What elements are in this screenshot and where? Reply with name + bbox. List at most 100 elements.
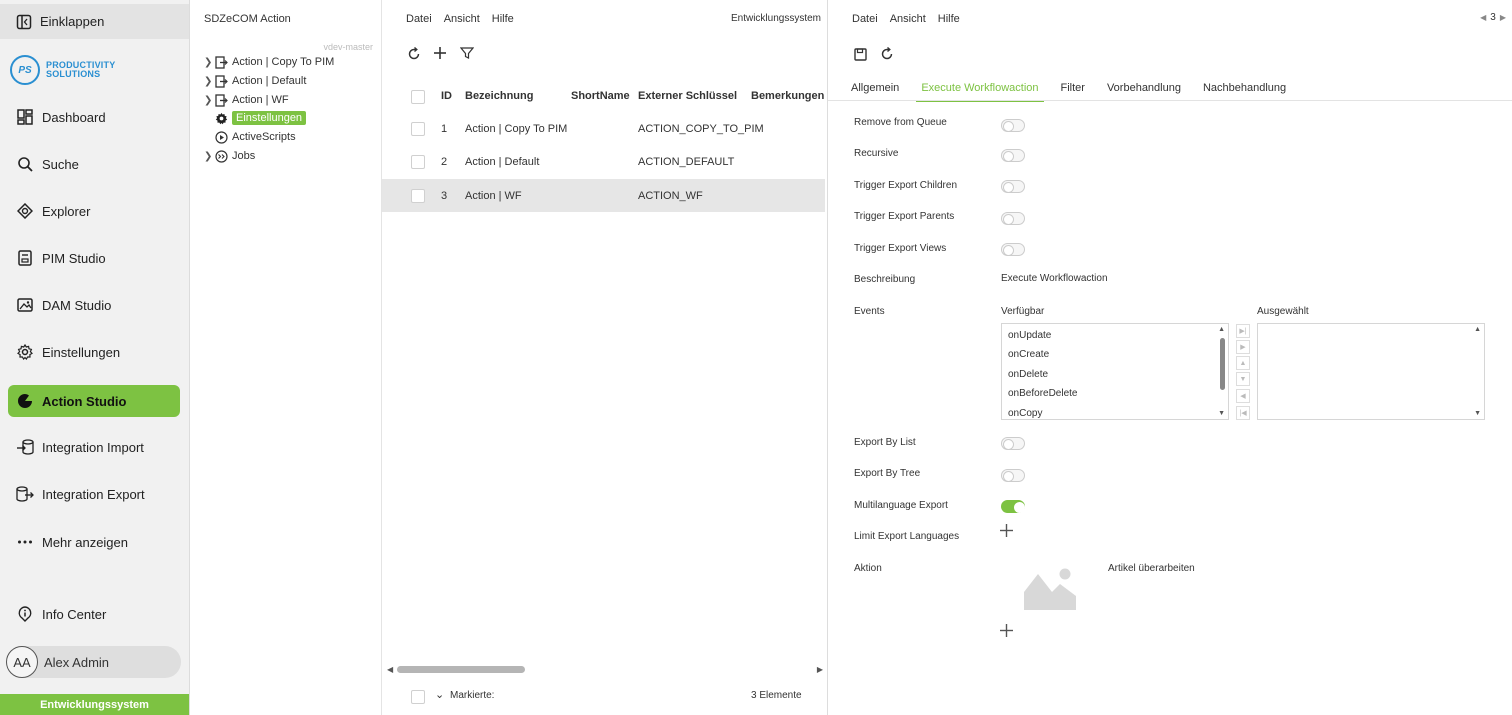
toggle-remove-from-queue[interactable] (1001, 119, 1025, 132)
sidebar-item-dashboard[interactable]: Dashboard (8, 101, 180, 133)
sidebar-item-suche[interactable]: Suche (8, 148, 180, 180)
column-header-shortname[interactable]: ShortName (571, 90, 630, 102)
table-row[interactable]: 1 Action | Copy To PIM ACTION_COPY_TO_PI… (382, 112, 825, 145)
beschreibung-value[interactable]: Execute Workflowaction (1001, 273, 1108, 284)
toggle-export-by-tree[interactable] (1001, 469, 1025, 482)
sidebar-item-explorer[interactable]: Explorer (8, 195, 180, 227)
sidebar-item-action-studio[interactable]: Action Studio (8, 385, 180, 417)
collapse-button[interactable]: Einklappen (0, 4, 189, 39)
menu-ansicht[interactable]: Ansicht (890, 13, 926, 25)
tree-node[interactable]: ❯ Action | Copy To PIM (204, 54, 334, 70)
previous-record-icon[interactable]: ◀ (1480, 13, 1486, 22)
sidebar-item-mehr-anzeigen[interactable]: Mehr anzeigen (8, 526, 180, 558)
refresh-button[interactable] (879, 46, 895, 62)
row-checkbox[interactable] (411, 154, 425, 169)
filter-button[interactable] (459, 45, 475, 61)
toggle-recursive[interactable] (1001, 149, 1025, 162)
move-up-button[interactable]: ▲ (1236, 356, 1250, 370)
toggle-trigger-export-parents[interactable] (1001, 212, 1025, 225)
chevron-down-icon[interactable]: ⌄ (435, 688, 444, 701)
menu-datei[interactable]: Datei (406, 13, 432, 25)
chevron-right-icon[interactable]: ❯ (204, 76, 214, 87)
sidebar-item-integration-import[interactable]: Integration Import (8, 431, 180, 463)
column-header-bezeichnung[interactable]: Bezeichnung (465, 90, 533, 102)
toggle-multilanguage-export[interactable] (1001, 500, 1025, 513)
move-all-right-button[interactable]: ▶| (1236, 324, 1250, 338)
scroll-up-icon[interactable]: ▲ (1218, 326, 1225, 333)
info-center-button[interactable]: Info Center (8, 598, 180, 630)
scrollbar-thumb[interactable] (1220, 338, 1225, 390)
tree-node[interactable]: ❯ Action | WF (204, 92, 289, 108)
list-item[interactable]: onCopy (1008, 408, 1042, 419)
tree-node-selected[interactable]: Einstellungen (214, 110, 307, 126)
list-item[interactable]: onUpdate (1008, 330, 1051, 341)
horizontal-scrollbar[interactable]: ◀ ▶ (387, 665, 823, 675)
scroll-left-icon[interactable]: ◀ (387, 665, 393, 674)
avatar: AA (6, 646, 38, 678)
sidebar-item-label: Dashboard (42, 109, 106, 125)
sidebar-item-integration-export[interactable]: Integration Export (8, 478, 180, 510)
column-header-externer-schluessel[interactable]: Externer Schlüssel (638, 90, 737, 102)
toggle-trigger-export-children[interactable] (1001, 180, 1025, 193)
sidebar-item-dam-studio[interactable]: DAM Studio (8, 289, 180, 321)
toggle-export-by-list[interactable] (1001, 437, 1025, 450)
row-checkbox[interactable] (411, 121, 425, 136)
scrollbar-thumb[interactable] (397, 666, 525, 673)
field-label-beschreibung: Beschreibung (854, 274, 916, 285)
menu-ansicht[interactable]: Ansicht (444, 13, 480, 25)
table-row-selected[interactable]: 3 Action | WF ACTION_WF (382, 179, 825, 212)
logo-text-line2: SOLUTIONS (46, 69, 101, 79)
row-checkbox[interactable] (411, 188, 425, 203)
table-row[interactable]: 2 Action | Default ACTION_DEFAULT (382, 145, 825, 178)
add-language-button[interactable] (1000, 522, 1013, 542)
tab-divider (828, 100, 1512, 101)
menu-hilfe[interactable]: Hilfe (492, 13, 514, 25)
move-right-button[interactable]: ▶ (1236, 340, 1250, 354)
environment-badge: Entwicklungssystem (0, 694, 189, 715)
user-menu[interactable]: AA Alex Admin (6, 646, 181, 678)
chevron-right-icon[interactable]: ❯ (204, 95, 214, 106)
events-selected-list[interactable]: ▲ ▼ (1257, 323, 1485, 420)
move-all-left-button[interactable]: |◀ (1236, 406, 1250, 420)
scroll-down-icon[interactable]: ▼ (1218, 410, 1225, 417)
add-action-button[interactable] (1000, 622, 1013, 642)
filter-icon (460, 47, 474, 59)
move-down-button[interactable]: ▼ (1236, 372, 1250, 386)
add-button[interactable] (432, 45, 448, 61)
chevron-right-icon[interactable]: ❯ (204, 57, 214, 68)
row-key: ACTION_WF (638, 189, 703, 202)
tab-execute-workflowaction[interactable]: Execute Workflowaction (916, 76, 1044, 102)
list-item[interactable]: onCreate (1008, 349, 1049, 360)
scroll-right-icon[interactable]: ▶ (817, 665, 823, 674)
sidebar-item-pim-studio[interactable]: PIM Studio (8, 242, 180, 274)
tab-filter[interactable]: Filter (1056, 76, 1090, 102)
aktion-value[interactable]: Artikel überarbeiten (1108, 563, 1195, 574)
scroll-down-icon[interactable]: ▼ (1474, 410, 1481, 417)
tab-nachbehandlung[interactable]: Nachbehandlung (1198, 76, 1291, 102)
tree-node[interactable]: ❯ Action | Default (204, 73, 306, 89)
move-left-button[interactable]: ◀ (1236, 389, 1250, 403)
menu-hilfe[interactable]: Hilfe (938, 13, 960, 25)
tree-node[interactable]: ActiveScripts (214, 129, 296, 145)
column-header-bemerkungen[interactable]: Bemerkungen (751, 90, 824, 102)
toggle-trigger-export-views[interactable] (1001, 243, 1025, 256)
refresh-button[interactable] (406, 46, 422, 62)
tree-panel: SDZeCOM Action vdev-master ❯ Action | Co… (190, 0, 382, 715)
footer-checkbox[interactable] (411, 690, 425, 704)
scroll-up-icon[interactable]: ▲ (1474, 326, 1481, 333)
column-header-id[interactable]: ID (441, 90, 452, 102)
menu-datei[interactable]: Datei (852, 13, 878, 25)
sidebar-item-einstellungen[interactable]: Einstellungen (8, 336, 180, 368)
events-available-list[interactable]: onUpdate onCreate onDelete onBeforeDelet… (1001, 323, 1229, 420)
chevron-right-icon[interactable]: ❯ (204, 151, 214, 162)
list-item[interactable]: onBeforeDelete (1008, 388, 1078, 399)
list-item[interactable]: onDelete (1008, 369, 1048, 380)
field-label-trigger-export-parents: Trigger Export Parents (854, 211, 955, 222)
tab-allgemein[interactable]: Allgemein (846, 76, 904, 102)
tab-vorbehandlung[interactable]: Vorbehandlung (1102, 76, 1186, 102)
sidebar-collapse-icon (16, 14, 32, 30)
save-button[interactable] (852, 46, 868, 62)
next-record-icon[interactable]: ▶ (1500, 13, 1506, 22)
select-all-checkbox[interactable] (411, 90, 425, 104)
tree-node[interactable]: ❯ Jobs (204, 148, 255, 164)
